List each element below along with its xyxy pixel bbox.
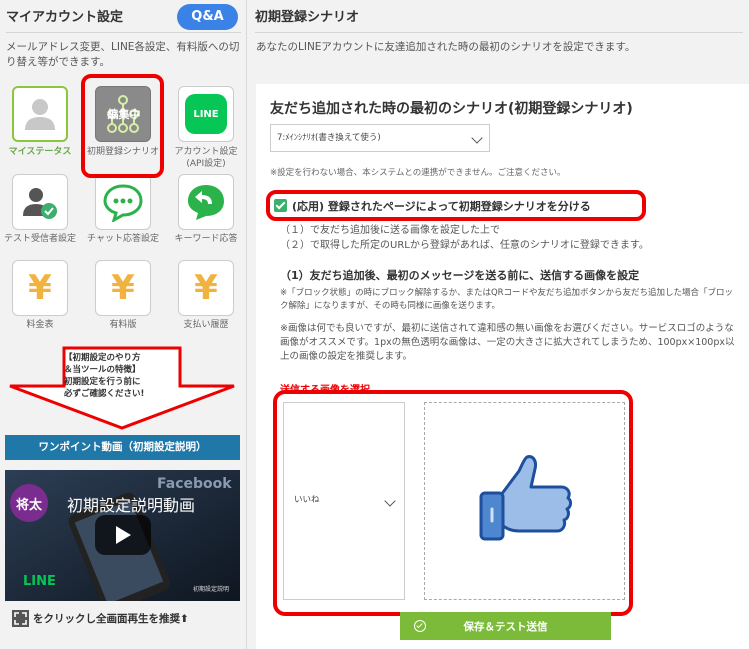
- yen-icon: ¥: [28, 268, 52, 308]
- scenario-select[interactable]: 7:ﾒｲﾝｼﾅﾘｵ(書き換えて使う): [270, 124, 490, 152]
- split-scenario-checkbox[interactable]: [274, 199, 287, 212]
- chat-reply-tile[interactable]: [95, 174, 151, 230]
- tile-label-account: アカウント設定(API設定): [174, 147, 238, 169]
- tile-label-test-user: テスト受信者設定: [3, 234, 76, 244]
- notice-line: 初期設定を行う前に: [64, 377, 141, 387]
- account-settings-tile[interactable]: LINE: [178, 86, 234, 142]
- step-1-text: （１）で友だち追加後に送る画像を設定した上で: [280, 225, 500, 236]
- video-brand: Facebook: [157, 476, 232, 492]
- left-title: マイアカウント設定: [6, 10, 124, 25]
- thumbs-up-icon: [479, 455, 572, 541]
- payment-history-tile[interactable]: ¥: [178, 260, 234, 316]
- section-title: （1）友だち追加後、最初のメッセージを送る前に、送信する画像を設定: [280, 269, 640, 282]
- warning-note: ※設定を行わない場合、本システムとの連携ができません。ご注意ください。: [270, 168, 566, 178]
- check-circle-icon: [414, 620, 426, 632]
- keyword-reply-icon: [188, 185, 224, 220]
- page-description: あなたのLINEアカウントに友達追加された時の最初のシナリオを設定できます。: [256, 41, 636, 53]
- image-select-area: いいね: [273, 390, 633, 616]
- card-title: 友だち追加された時の最初のシナリオ(初期登録シナリオ): [270, 101, 633, 117]
- keyword-reply-tile[interactable]: [178, 174, 234, 230]
- arrow-up-icon: ⬆: [180, 612, 189, 625]
- save-test-label: 保存＆テスト送信: [463, 620, 548, 633]
- fullscreen-icon: [12, 610, 29, 627]
- divider: [6, 32, 241, 33]
- page-title: 初期登録シナリオ: [255, 10, 360, 25]
- tile-label-keyword: キーワード応答: [174, 234, 238, 244]
- tile-label-payment: 支払い履歴: [183, 320, 229, 330]
- chat-icon: [103, 184, 143, 222]
- play-button[interactable]: [95, 515, 151, 555]
- test-user-icon: [23, 188, 57, 219]
- fullscreen-hint: をクリックし全画面再生を推奨 ⬆: [12, 610, 189, 627]
- yen-icon: ¥: [194, 268, 218, 308]
- image-select-value: いいね: [294, 495, 320, 505]
- onepoint-video-button[interactable]: ワンポイント動画（初期設定説明）: [5, 435, 240, 460]
- image-select[interactable]: いいね: [283, 402, 405, 600]
- person-icon: [25, 99, 55, 130]
- video-player[interactable]: 将太 初期設定説明動画 Facebook LINE 初期設定説明: [5, 470, 240, 601]
- video-title: 初期設定説明動画: [67, 496, 196, 515]
- my-status-tile[interactable]: [12, 86, 68, 142]
- play-icon: [116, 526, 131, 544]
- price-list-tile[interactable]: ¥: [12, 260, 68, 316]
- split-scenario-label: (応用) 登録されたページによって初期登録シナリオを分ける: [292, 199, 591, 213]
- video-caption: 初期設定説明: [193, 586, 230, 593]
- notice-line: 【初期設定のやり方: [64, 353, 141, 363]
- left-panel: マイアカウント設定 Q&A メールアドレス変更、LINE各設定、有料版への切り替…: [0, 0, 247, 649]
- chevron-down-icon: [384, 495, 396, 507]
- yen-icon: ¥: [111, 268, 135, 308]
- notice-line: ＆当ツールの特徴】: [64, 365, 141, 375]
- qa-button[interactable]: Q&A: [177, 4, 238, 30]
- highlight-scenario: [81, 74, 164, 178]
- right-panel: 初期登録シナリオ あなたのLINEアカウントに友達追加された時の最初のシナリオを…: [248, 0, 749, 649]
- divider: [255, 32, 743, 33]
- channel-avatar: 将太: [10, 484, 48, 522]
- tile-label-chat: チャット応答設定: [87, 234, 159, 244]
- chevron-down-icon: [471, 132, 483, 144]
- paid-version-tile[interactable]: ¥: [95, 260, 151, 316]
- fullscreen-text: をクリックし全画面再生を推奨: [33, 613, 180, 625]
- tile-label-my-status: マイステータス: [8, 147, 72, 157]
- test-user-tile[interactable]: [12, 174, 68, 230]
- left-description: メールアドレス変更、LINE各設定、有料版への切り替え等ができます。: [6, 41, 240, 68]
- tile-label-paid: 有料版: [109, 320, 137, 330]
- image-preview: [424, 402, 625, 600]
- tile-label-price: 料金表: [26, 320, 54, 330]
- scenario-select-value: 7:ﾒｲﾝｼﾅﾘｵ(書き換えて使う): [277, 133, 381, 143]
- line-icon: LINE: [185, 94, 227, 134]
- line-icon-text: LINE: [193, 108, 219, 120]
- video-footer: LINE: [23, 574, 56, 589]
- notice-line: 必ずご確認ください!: [64, 389, 145, 399]
- save-test-button[interactable]: 保存＆テスト送信: [400, 612, 611, 640]
- image-note: ※画像は何でも良いですが、最初に送信されて違和感の無い画像をお選びください。サー…: [280, 323, 735, 362]
- notice-text[interactable]: 【初期設定のやり方 ＆当ツールの特徴】 初期設定を行う前に 必ずご確認ください!: [64, 352, 174, 400]
- split-scenario-option[interactable]: (応用) 登録されたページによって初期登録シナリオを分ける: [266, 190, 646, 221]
- block-note: ※「ブロック状態」の時にブロック解除するか、またはQRコードや友だち追加ボタンか…: [280, 288, 734, 311]
- step-2-text: （２）で取得した所定のURLから登録があれば、任意のシナリオに登録できます。: [280, 240, 649, 251]
- scenario-card: 友だち追加された時の最初のシナリオ(初期登録シナリオ) 7:ﾒｲﾝｼﾅﾘｵ(書き…: [256, 84, 749, 649]
